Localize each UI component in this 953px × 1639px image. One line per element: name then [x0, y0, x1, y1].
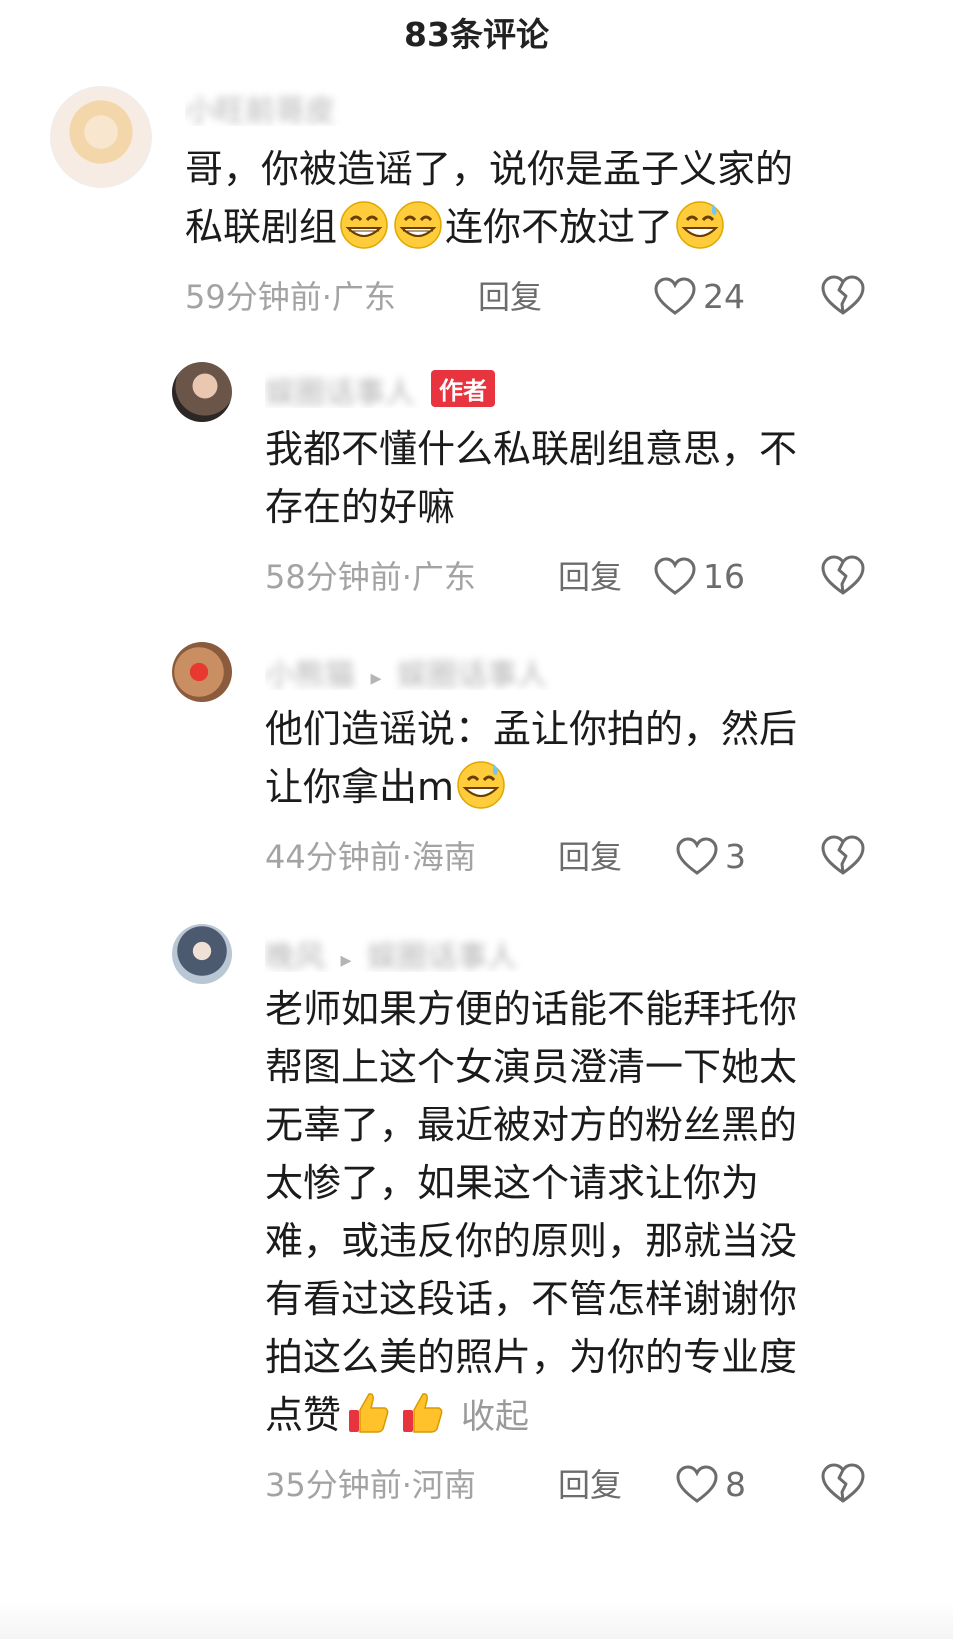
comment-username[interactable]: 小熊猫 ▸ 娱圈话事人: [265, 650, 685, 690]
reply-arrow-icon: ▸: [370, 666, 382, 690]
comment-line: 存在的好嘛: [265, 485, 456, 529]
comment-item: 小熊猫 ▸ 娱圈话事人 他们造谣说：孟让你拍的，然后 让你拿出m 44分钟前·海…: [0, 620, 953, 900]
collapse-link[interactable]: 收起: [461, 1397, 529, 1437]
comment-text: 我都不懂什么私联剧组意思，不 存在的好嘛: [265, 420, 905, 536]
comment-time-location: 35分钟前·河南: [265, 1466, 476, 1504]
like-button[interactable]: 3: [675, 834, 746, 878]
broken-heart-icon[interactable]: [820, 834, 866, 876]
comment-line: 无辜了，最近被对方的粉丝黑的: [265, 1103, 798, 1147]
bottom-edge: [0, 1600, 953, 1639]
comment-line: 有看过这段话，不管怎样谢谢你: [265, 1277, 798, 1321]
like-count: 3: [725, 836, 746, 876]
like-count: 24: [703, 276, 745, 316]
comment-line: 点赞 收起: [265, 1386, 905, 1446]
comment-line: 我都不懂什么私联剧组意思，不: [265, 427, 798, 471]
grinning-face-emoji: [394, 201, 442, 249]
avatar[interactable]: [172, 362, 232, 422]
author-badge: 作者: [431, 370, 495, 407]
reply-button[interactable]: 回复: [558, 1460, 622, 1506]
comment-username[interactable]: 小旺前哥皮: [185, 86, 585, 126]
broken-heart-icon[interactable]: [820, 1462, 866, 1504]
comment-time-location: 44分钟前·海南: [265, 838, 476, 876]
broken-heart-icon[interactable]: [820, 274, 866, 316]
reply-button[interactable]: 回复: [558, 832, 622, 878]
avatar[interactable]: [50, 86, 152, 188]
heart-outline-icon: [676, 1465, 718, 1503]
comment-line: 老师如果方便的话能不能拜托你: [265, 987, 798, 1031]
reply-button[interactable]: 回复: [558, 552, 622, 598]
comment-text: 哥，你被造谣了，说你是孟子义家的 私联剧组 连你不放过了: [185, 140, 905, 256]
comment-line: 拍这么美的照片，为你的专业度: [265, 1335, 798, 1379]
comment-time-location: 58分钟前·广东: [265, 558, 476, 596]
like-button[interactable]: 16: [653, 554, 745, 598]
like-count: 16: [703, 556, 745, 596]
comment-text: 他们造谣说：孟让你拍的，然后 让你拿出m: [265, 700, 905, 816]
comment-username[interactable]: 晚风 ▸ 娱圈话事人: [265, 932, 685, 972]
heart-outline-icon: [654, 277, 696, 315]
reply-arrow-icon: ▸: [340, 948, 352, 972]
comment-line: 帮图上这个女演员澄清一下她太: [265, 1045, 798, 1089]
like-button[interactable]: 24: [653, 274, 745, 318]
like-button[interactable]: 8: [675, 1462, 746, 1506]
comment-time-location: 59分钟前·广东: [185, 278, 396, 316]
comment-username[interactable]: 娱圈话事人 作者: [265, 368, 665, 408]
thumbs-up-emoji: [349, 1393, 389, 1433]
reply-button[interactable]: 回复: [478, 272, 542, 318]
comment-item: 小旺前哥皮 哥，你被造谣了，说你是孟子义家的 私联剧组 连你不放过了 59分钟前·…: [0, 0, 953, 340]
avatar[interactable]: [172, 642, 232, 702]
comment-item: 晚风 ▸ 娱圈话事人 老师如果方便的话能不能拜托你 帮图上这个女演员澄清一下她太…: [0, 900, 953, 1540]
comment-line: 私联剧组 连你不放过了: [185, 198, 905, 256]
comment-item: 娱圈话事人 作者 我都不懂什么私联剧组意思，不 存在的好嘛 58分钟前·广东 回复…: [0, 340, 953, 620]
comment-text: 老师如果方便的话能不能拜托你 帮图上这个女演员澄清一下她太 无辜了，最近被对方的…: [265, 980, 905, 1446]
thumbs-up-emoji: [403, 1393, 443, 1433]
grinning-face-with-sweat-emoji: [676, 201, 724, 249]
comment-line: 哥，你被造谣了，说你是孟子义家的: [185, 147, 794, 191]
like-count: 8: [725, 1464, 746, 1504]
comment-line: 他们造谣说：孟让你拍的，然后: [265, 707, 798, 751]
comment-line: 让你拿出m: [265, 758, 905, 816]
comment-line: 太惨了，如果这个请求让你为: [265, 1161, 760, 1205]
comment-line: 难，或违反你的原则，那就当没: [265, 1219, 798, 1263]
grinning-face-emoji: [340, 201, 388, 249]
avatar[interactable]: [172, 924, 232, 984]
heart-outline-icon: [654, 557, 696, 595]
grinning-face-with-sweat-emoji: [457, 761, 505, 809]
broken-heart-icon[interactable]: [820, 554, 866, 596]
heart-outline-icon: [676, 837, 718, 875]
